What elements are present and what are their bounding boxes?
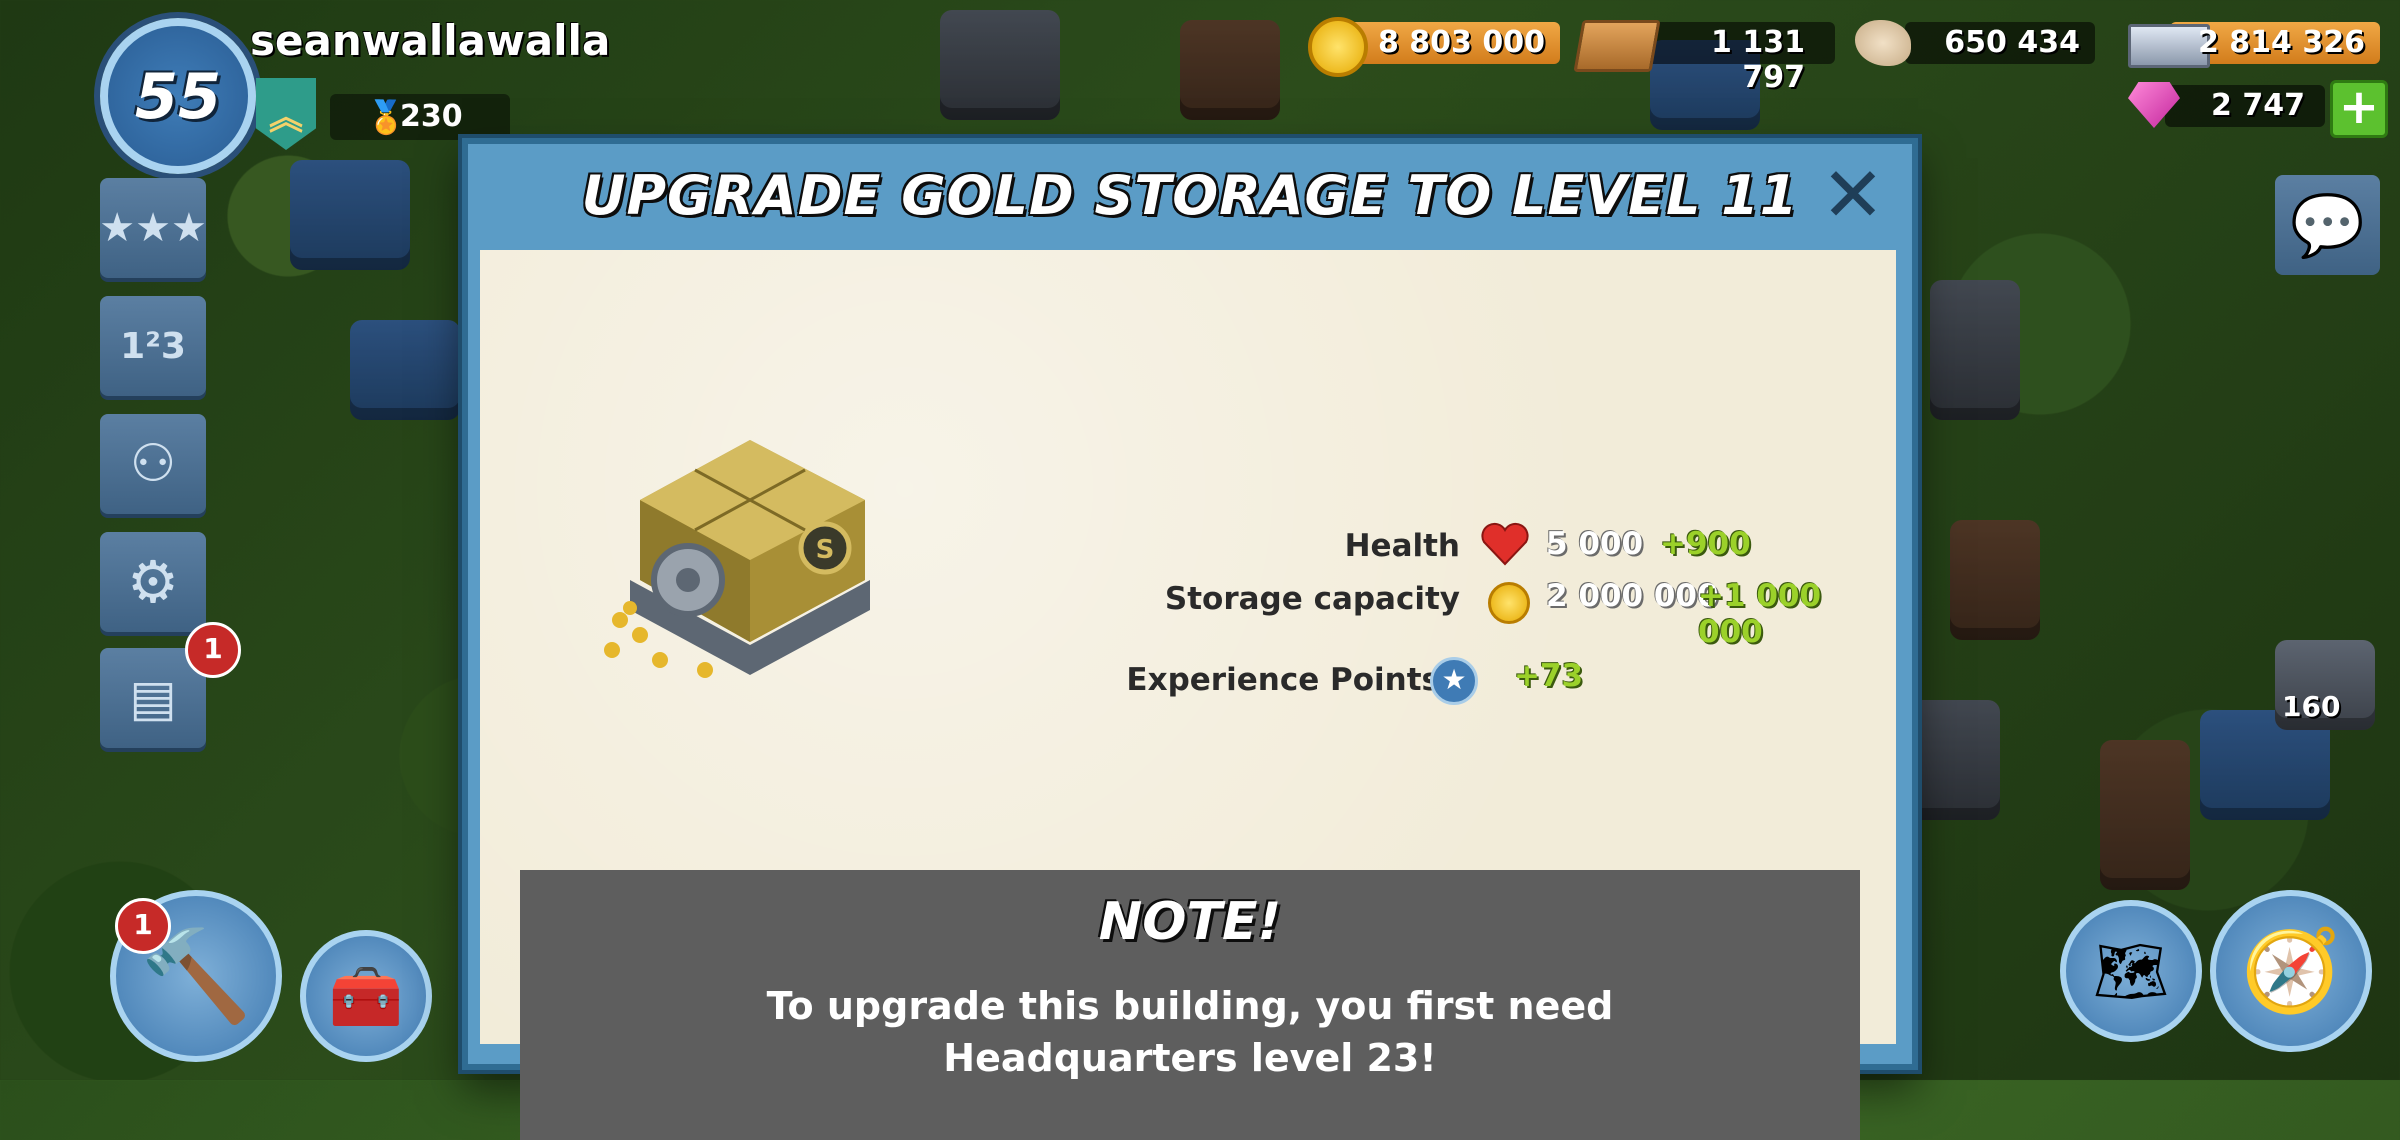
note-text-line1: To upgrade this building, you first need <box>766 984 1614 1028</box>
chat-bubble-icon: 💬 <box>2290 190 2365 261</box>
stat-xp-bonus: +73 <box>1514 658 1584 694</box>
stars-icon: ★★★ <box>99 205 207 251</box>
gold-storage-image: S <box>604 440 870 678</box>
dialog-title: UPGRADE GOLD STORAGE TO LEVEL 11 <box>581 164 1799 227</box>
settings-button[interactable]: ⚙ <box>100 532 206 632</box>
gold-amount: 8 803 000 <box>1377 25 1545 60</box>
stat-storage-bonus: +1 000 000 <box>1698 578 1822 650</box>
note-text: To upgrade this building, you first need… <box>520 980 1860 1084</box>
player-level-badge[interactable]: 55 <box>100 18 256 174</box>
stat-storage-value: 2 000 000 <box>1546 578 1719 614</box>
heart-icon <box>1481 522 1529 566</box>
stat-storage-label: Storage capacity <box>1164 581 1460 617</box>
stone-amount: 650 434 <box>1944 25 2080 60</box>
diamond-amount: 2 747 <box>2211 88 2305 123</box>
builder-notification-badge: 1 <box>115 898 171 954</box>
star-rewards-button[interactable]: ★★★ <box>99 178 207 278</box>
group-icon: ⚇ <box>129 434 177 494</box>
note-title: NOTE! <box>1098 892 1282 952</box>
buy-diamonds-button[interactable]: + <box>2330 80 2388 138</box>
leaderboard-button[interactable]: 1²3 <box>100 296 206 396</box>
chat-button[interactable]: 💬 <box>2275 175 2380 275</box>
svg-text:S: S <box>816 535 835 565</box>
wood-amount: 1 131 797 <box>1711 25 1805 95</box>
player-name[interactable]: seanwallawalla <box>250 16 610 65</box>
task-force-button[interactable]: ⚇ <box>100 414 206 514</box>
stat-health-label: Health <box>1344 528 1460 564</box>
close-button[interactable]: ✕ <box>1818 157 1888 233</box>
gem-count: 160 <box>2282 690 2341 723</box>
podium-icon: 1²3 <box>120 325 186 367</box>
coin-icon <box>1488 582 1530 624</box>
upgrade-dialog: UPGRADE GOLD STORAGE TO LEVEL 11 ✕ S Hea… <box>462 138 1918 1140</box>
stat-xp-label: Experience Points <box>1126 662 1440 698</box>
note-box: NOTE! To upgrade this building, you firs… <box>520 870 1860 1140</box>
stat-health-value: 5 000 <box>1546 526 1644 562</box>
compass-icon: 🧭 <box>2241 924 2341 1017</box>
close-icon: ✕ <box>1821 150 1885 239</box>
newspaper-icon: ▤ <box>129 669 177 727</box>
treasure-button[interactable]: 🧰 <box>300 930 432 1062</box>
map-button[interactable]: 🗺 <box>2060 900 2202 1042</box>
gold-coin-icon <box>1308 17 1368 77</box>
iron-amount: 2 814 326 <box>2197 25 2365 60</box>
note-text-line2: Headquarters level 23! <box>943 1036 1437 1080</box>
xp-star-icon: ★ <box>1430 657 1478 705</box>
dialog-content: S Health 5 000 +900 Storage capacity 2 0… <box>480 250 1896 1140</box>
treasure-chest-icon: 🧰 <box>328 961 404 1032</box>
compass-button[interactable]: 🧭 <box>2210 890 2372 1052</box>
medal-count: 230 <box>400 99 463 134</box>
news-notification-badge: 1 <box>185 622 241 678</box>
player-level: 55 <box>134 59 222 133</box>
stat-health-bonus: +900 <box>1660 526 1751 562</box>
map-icon: 🗺 <box>2092 936 2170 1007</box>
gear-icon: ⚙ <box>127 548 179 616</box>
